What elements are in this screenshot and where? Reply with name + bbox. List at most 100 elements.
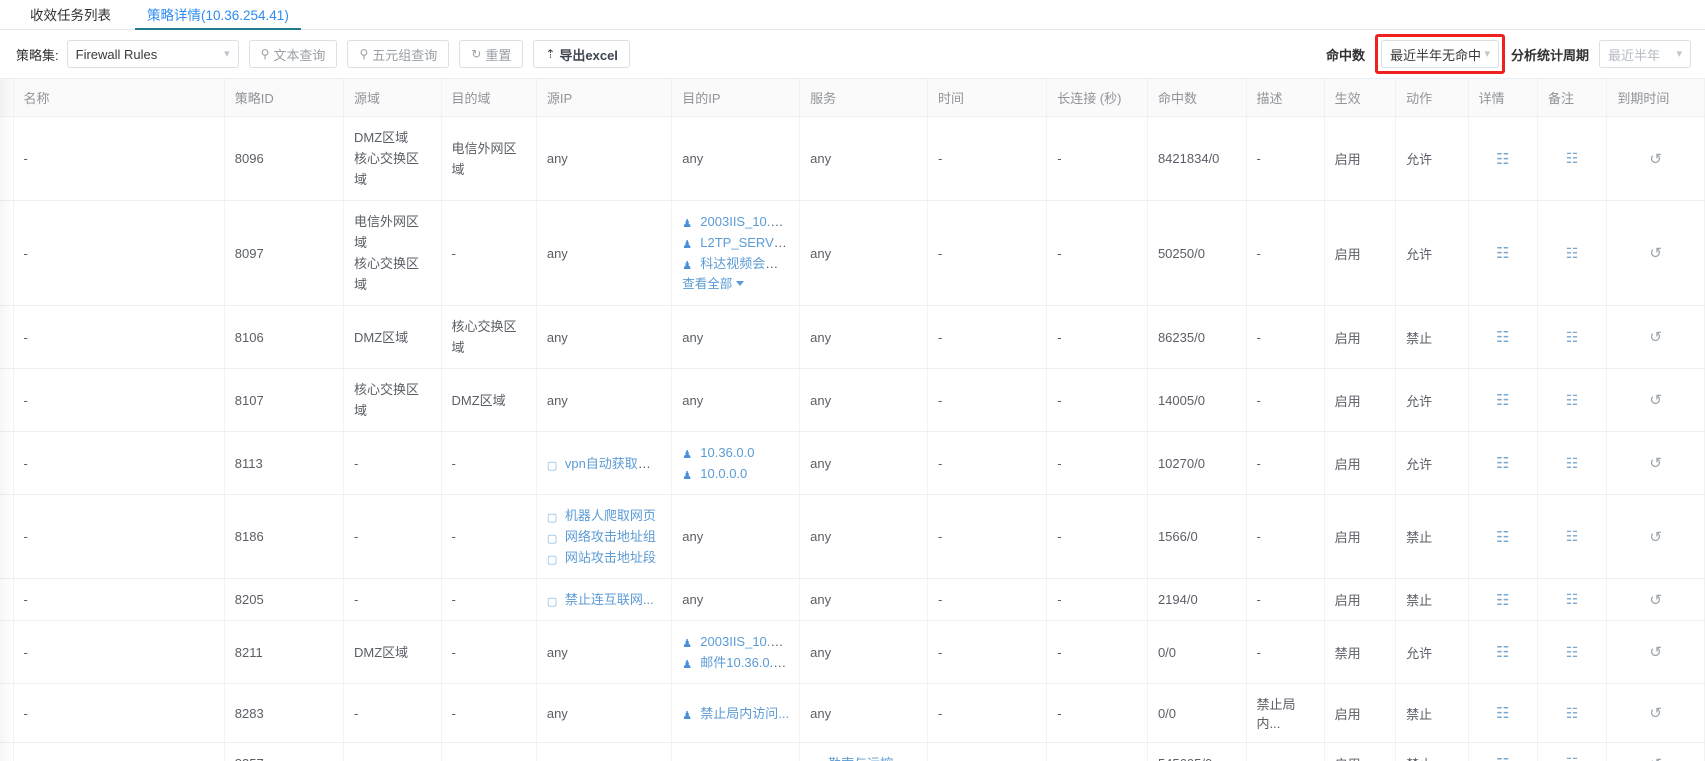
cell-name: - bbox=[13, 200, 225, 306]
row-gutter bbox=[0, 431, 14, 495]
object-link[interactable]: 机器人爬取网页 bbox=[565, 508, 656, 523]
object-link[interactable]: 网络攻击地址组 bbox=[565, 529, 656, 544]
policy-detail-page: 收效任务列表 策略详情(10.36.254.41) 策略集: Firewall … bbox=[0, 0, 1705, 761]
clock-icon[interactable]: ↺ bbox=[1649, 529, 1662, 546]
comment-icon[interactable]: ☷ bbox=[1566, 245, 1579, 261]
table-row[interactable]: -8357--anyany●勒索与远控--545605/0-启用禁止☷☷↺ bbox=[0, 742, 1705, 761]
document-icon[interactable]: ☷ bbox=[1496, 151, 1509, 168]
object-link[interactable]: 禁止局内访问... bbox=[700, 706, 789, 721]
status-badge: 启用 bbox=[1324, 200, 1397, 306]
comment-icon[interactable]: ☷ bbox=[1566, 329, 1579, 345]
export-excel-button[interactable]: ⇡ 导出excel bbox=[533, 40, 630, 68]
cell-desc: 禁止局内... bbox=[1246, 683, 1325, 743]
table-row[interactable]: -8106 DMZ区域 核心交换区域 any any any - -86235/0- 启用 禁止 ☷… bbox=[0, 305, 1705, 369]
chevron-down-icon: ▾ bbox=[224, 47, 230, 60]
table-row[interactable]: -8096 DMZ区域 核心交换区域 电信外网区域 any any any - -8421834… bbox=[0, 116, 1705, 201]
clock-icon[interactable]: ↺ bbox=[1649, 705, 1662, 722]
comment-icon[interactable]: ☷ bbox=[1566, 591, 1579, 607]
clock-icon[interactable]: ↺ bbox=[1649, 392, 1662, 409]
comment-icon[interactable]: ☷ bbox=[1566, 755, 1579, 761]
cell-hits[interactable]: 86235/0 bbox=[1147, 305, 1247, 369]
table-row[interactable]: -8113- - ▢ vpn自动获取地址 ♟ 10.36.0.0 ♟ 10.0.0.0 any -… bbox=[0, 431, 1705, 495]
comment-icon[interactable]: ☷ bbox=[1566, 705, 1579, 721]
clock-icon[interactable]: ↺ bbox=[1649, 245, 1662, 262]
cell-hits[interactable]: 10270/0 bbox=[1147, 431, 1247, 495]
clock-icon[interactable]: ↺ bbox=[1649, 329, 1662, 346]
object-link[interactable]: L2TP_SERVER bbox=[700, 235, 789, 250]
document-icon[interactable]: ☷ bbox=[1496, 705, 1509, 722]
cell-src-zone: DMZ区域 核心交换区域 bbox=[343, 116, 442, 201]
reset-button[interactable]: ↻ 重置 bbox=[459, 40, 524, 68]
clock-icon[interactable]: ↺ bbox=[1649, 592, 1662, 609]
tab-policy-detail[interactable]: 策略详情(10.36.254.41) bbox=[129, 8, 307, 30]
comment-icon[interactable]: ☷ bbox=[1566, 644, 1579, 660]
user-object-icon: ♟ bbox=[682, 470, 693, 482]
object-link[interactable]: 网站攻击地址段 bbox=[565, 550, 656, 565]
tuple-query-button[interactable]: ⚲ 五元组查询 bbox=[347, 40, 450, 68]
table-cell: any bbox=[536, 620, 673, 684]
cell-src-zone: DMZ区域 bbox=[343, 620, 442, 684]
table-row[interactable]: -8107 核心交换区域 DMZ区域 any any any - -14005/0- 启用 允许 ☷… bbox=[0, 368, 1705, 432]
clock-icon[interactable]: ↺ bbox=[1649, 151, 1662, 168]
object-link[interactable]: vpn自动获取地址 bbox=[565, 456, 661, 471]
cell-policy-id: 8205 bbox=[224, 578, 344, 621]
object-link[interactable]: 禁止连互联网... bbox=[565, 592, 654, 607]
cell-hits[interactable]: 50250/0 bbox=[1147, 200, 1247, 306]
cell-desc: - bbox=[1246, 494, 1325, 579]
comment-icon[interactable]: ☷ bbox=[1566, 455, 1579, 471]
th-expire: 到期时间 bbox=[1606, 79, 1705, 117]
table-cell: ↺ bbox=[1606, 578, 1705, 621]
clock-icon[interactable]: ↺ bbox=[1649, 644, 1662, 661]
cell-desc: - bbox=[1246, 368, 1325, 432]
document-icon[interactable]: ☷ bbox=[1496, 529, 1509, 546]
object-link[interactable]: 勒索与远控 bbox=[828, 756, 893, 761]
object-link[interactable]: 2003IIS_10.36.... bbox=[700, 634, 789, 649]
cell-hits[interactable]: 0/0 bbox=[1147, 683, 1247, 743]
object-link[interactable]: 科达视频会议_... bbox=[700, 256, 789, 271]
tab-task-list[interactable]: 收效任务列表 bbox=[12, 8, 129, 30]
cell-hits[interactable]: 0/0 bbox=[1147, 620, 1247, 684]
policy-table-container[interactable]: 名称 策略ID 源域 目的域 源IP 目的IP 服务 时间 长连接 (秒) 命中… bbox=[0, 79, 1705, 761]
cell-hits[interactable]: 2194/0 bbox=[1147, 578, 1247, 621]
clock-icon[interactable]: ↺ bbox=[1649, 756, 1662, 761]
document-icon[interactable]: ☷ bbox=[1496, 329, 1509, 346]
object-link[interactable]: 邮件10.36.0.210 bbox=[700, 655, 789, 670]
user-object-icon: ♟ bbox=[682, 638, 693, 650]
cell-time: - bbox=[927, 620, 1048, 684]
table-row[interactable]: -8097电信外网区域核心交换区域-any♟2003IIS_10.36....♟… bbox=[0, 200, 1705, 306]
search-icon: ⚲ bbox=[260, 47, 270, 61]
user-object-icon: ♟ bbox=[682, 709, 693, 722]
document-icon[interactable]: ☷ bbox=[1496, 644, 1509, 661]
th-desc: 描述 bbox=[1246, 79, 1325, 117]
clock-icon[interactable]: ↺ bbox=[1649, 455, 1662, 472]
cell-desc: - bbox=[1246, 620, 1325, 684]
document-icon[interactable]: ☷ bbox=[1496, 455, 1509, 472]
cell-dst-zone: 电信外网区域 bbox=[441, 116, 537, 201]
document-icon[interactable]: ☷ bbox=[1496, 756, 1509, 761]
object-link[interactable]: 10.0.0.0 bbox=[700, 466, 747, 481]
comment-icon[interactable]: ☷ bbox=[1566, 150, 1579, 166]
document-icon[interactable]: ☷ bbox=[1496, 245, 1509, 262]
cell-hits[interactable]: 8421834/0 bbox=[1147, 116, 1247, 201]
cell-dst-zone: 核心交换区域 bbox=[441, 305, 537, 369]
comment-icon[interactable]: ☷ bbox=[1566, 528, 1579, 544]
cell-hits[interactable]: 14005/0 bbox=[1147, 368, 1247, 432]
cell-name: - bbox=[13, 578, 225, 621]
object-link[interactable]: 10.36.0.0 bbox=[700, 445, 754, 460]
table-row[interactable]: -8186- - ▢ 机器人爬取网页 ▢ 网络攻击地址组 ▢ 网站攻击地址段 any any - -1… bbox=[0, 494, 1705, 579]
table-row[interactable]: -8205- - ▢ 禁止连互联网... any any - -2194/0- 启用 禁止 ☷ ☷ ↺ bbox=[0, 578, 1705, 621]
cell-hits[interactable]: 1566/0 bbox=[1147, 494, 1247, 579]
table-row[interactable]: -8211DMZ区域-any♟2003IIS_10.36....♟邮件10.36… bbox=[0, 620, 1705, 684]
comment-icon[interactable]: ☷ bbox=[1566, 392, 1579, 408]
text-query-button[interactable]: ⚲ 文本查询 bbox=[248, 40, 338, 68]
th-dst-zone: 目的域 bbox=[441, 79, 537, 117]
analysis-period-select[interactable]: 最近半年 ▾ bbox=[1599, 40, 1691, 68]
hit-count-select[interactable]: 最近半年无命中 ▾ bbox=[1380, 40, 1499, 68]
policy-set-select[interactable]: Firewall Rules ▾ bbox=[66, 40, 239, 68]
cell-hits[interactable]: 545605/0 bbox=[1147, 742, 1247, 761]
object-link[interactable]: 2003IIS_10.36.... bbox=[700, 214, 789, 229]
document-icon[interactable]: ☷ bbox=[1496, 392, 1509, 409]
view-all-dst-ip[interactable]: 查看全部 bbox=[682, 274, 789, 295]
document-icon[interactable]: ☷ bbox=[1496, 592, 1509, 609]
table-row[interactable]: -8283- - any ♟ 禁止局内访问... any - -0/0 禁止局内... 启用 禁止 ☷… bbox=[0, 683, 1705, 743]
